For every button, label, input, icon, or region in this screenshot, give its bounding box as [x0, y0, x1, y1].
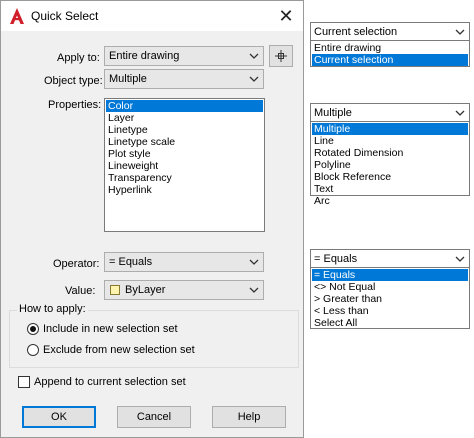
operator-dropdown-current: = Equals	[314, 253, 358, 265]
dropdown-option[interactable]: Select All	[312, 317, 468, 329]
dropdown-option[interactable]: Current selection	[312, 54, 468, 66]
exclude-radio[interactable]	[27, 344, 39, 356]
operator-value: = Equals	[109, 256, 153, 268]
chevron-down-icon	[455, 110, 465, 116]
dropdown-option[interactable]: Line	[312, 135, 468, 147]
ok-button[interactable]: OK	[22, 406, 96, 428]
append-checkbox-label[interactable]: Append to current selection set	[34, 376, 186, 388]
property-item-plot-style[interactable]: Plot style	[106, 148, 151, 160]
include-radio[interactable]	[27, 323, 39, 335]
autocad-app-icon	[10, 8, 24, 24]
close-icon[interactable]: ✕	[273, 4, 299, 28]
title-bar[interactable]: Quick Select ✕	[1, 1, 303, 31]
object-type-combo[interactable]: Multiple	[104, 69, 264, 89]
dropdown-option[interactable]: Arc	[312, 195, 468, 207]
property-item-transparency[interactable]: Transparency	[106, 172, 172, 184]
dropdown-option[interactable]: Polyline	[312, 159, 468, 171]
crosshair-pick-icon	[275, 50, 287, 62]
value-text: ByLayer	[125, 284, 166, 296]
dropdown-option[interactable]: Rotated Dimension	[312, 147, 468, 159]
value-label: Value:	[65, 285, 96, 297]
property-item-layer[interactable]: Layer	[106, 112, 134, 124]
dropdown-option[interactable]: = Equals	[312, 269, 468, 281]
object-type-dropdown-header[interactable]: Multiple	[311, 104, 469, 122]
apply-to-combo[interactable]: Entire drawing	[104, 46, 264, 66]
dropdown-option[interactable]: Block Reference	[312, 171, 468, 183]
chevron-down-icon	[249, 287, 259, 293]
object-type-label: Object type:	[44, 75, 103, 87]
apply-to-label: Apply to:	[57, 52, 100, 64]
chevron-down-icon	[249, 76, 259, 82]
chevron-down-icon	[249, 259, 259, 265]
quick-select-dialog: Quick Select ✕ Apply to: Entire drawing …	[0, 0, 304, 438]
object-type-dropdown: Multiple Multiple Line Rotated Dimension…	[310, 103, 470, 207]
dropdown-option[interactable]: Multiple	[312, 123, 468, 135]
property-item-lineweight[interactable]: Lineweight	[106, 160, 158, 172]
apply-to-dropdown: Current selection Entire drawing Current…	[310, 22, 470, 67]
include-radio-label[interactable]: Include in new selection set	[43, 323, 178, 335]
value-combo[interactable]: ByLayer	[104, 280, 264, 300]
dropdown-option[interactable]: > Greater than	[312, 293, 468, 305]
select-objects-button[interactable]	[269, 45, 293, 67]
operator-combo[interactable]: = Equals	[104, 252, 264, 272]
exclude-radio-label[interactable]: Exclude from new selection set	[43, 344, 195, 356]
apply-to-value: Entire drawing	[109, 50, 180, 62]
dropdown-option[interactable]: Text	[312, 183, 468, 195]
property-item-color[interactable]: Color	[106, 100, 263, 112]
operator-dropdown-header[interactable]: = Equals	[311, 250, 469, 268]
apply-to-dropdown-header[interactable]: Current selection	[311, 23, 469, 41]
operator-dropdown: = Equals = Equals <> Not Equal > Greater…	[310, 249, 470, 329]
properties-list[interactable]: Color Layer Linetype Linetype scale Plot…	[104, 98, 265, 232]
dialog-title: Quick Select	[31, 9, 99, 23]
how-to-apply-label: How to apply:	[17, 303, 88, 315]
property-item-hyperlink[interactable]: Hyperlink	[106, 184, 152, 196]
append-checkbox[interactable]	[18, 376, 30, 388]
property-item-linetype[interactable]: Linetype	[106, 124, 148, 136]
chevron-down-icon	[455, 256, 465, 262]
help-button[interactable]: Help	[212, 406, 286, 428]
apply-to-dropdown-current: Current selection	[314, 26, 398, 38]
property-item-linetype-scale[interactable]: Linetype scale	[106, 136, 175, 148]
chevron-down-icon	[455, 29, 465, 35]
properties-label: Properties:	[48, 99, 102, 111]
dropdown-option[interactable]: < Less than	[312, 305, 468, 317]
how-to-apply-group	[9, 310, 299, 368]
dropdown-option[interactable]: <> Not Equal	[312, 281, 468, 293]
chevron-down-icon	[249, 53, 259, 59]
object-type-value: Multiple	[109, 73, 147, 85]
color-swatch	[110, 285, 120, 295]
operator-label: Operator:	[53, 258, 100, 270]
cancel-button[interactable]: Cancel	[117, 406, 191, 428]
object-type-dropdown-current: Multiple	[314, 107, 352, 119]
dropdown-option[interactable]: Entire drawing	[312, 42, 468, 54]
